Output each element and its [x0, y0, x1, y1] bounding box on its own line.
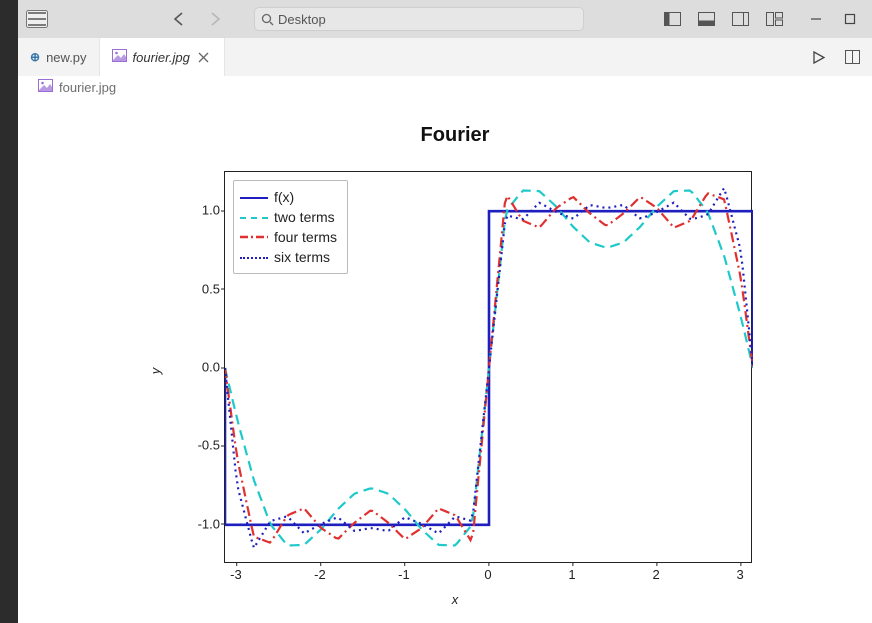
chart-axes: y x -1.0-0.50.00.51.0 -3-2-10123 f(x)two… [148, 151, 762, 591]
command-center-search[interactable]: Desktop [254, 7, 584, 31]
search-icon [261, 13, 274, 26]
editor-tabs: ⊕ new.py fourier.jpg [18, 38, 872, 76]
tab-label: fourier.jpg [133, 50, 190, 65]
toggle-primary-sidebar-button[interactable] [658, 5, 686, 33]
close-tab-button[interactable] [196, 49, 212, 65]
chart-legend: f(x) two terms four terms six terms [233, 180, 348, 274]
image-icon [38, 79, 53, 95]
tab-fourier-jpg[interactable]: fourier.jpg [100, 38, 225, 76]
legend-entry: f(x) [240, 187, 337, 207]
toggle-panel-button[interactable] [692, 5, 720, 33]
python-icon: ⊕ [30, 50, 40, 64]
tab-new-py[interactable]: ⊕ new.py [18, 38, 100, 76]
x-tick: -1 [398, 567, 410, 582]
legend-label: f(x) [274, 189, 294, 205]
split-editor-button[interactable] [838, 43, 866, 71]
legend-label: six terms [274, 249, 330, 265]
activity-bar [0, 0, 18, 623]
nav-back-button[interactable] [166, 5, 194, 33]
legend-label: four terms [274, 229, 337, 245]
x-tick: 0 [484, 567, 491, 582]
x-tick: 2 [652, 567, 659, 582]
breadcrumb-label: fourier.jpg [59, 80, 116, 95]
y-tick: 0.5 [148, 281, 220, 296]
x-axis-label: x [452, 592, 459, 607]
x-tick: 3 [736, 567, 743, 582]
chart-title: Fourier [148, 124, 762, 147]
window-minimize-button[interactable] [802, 5, 830, 33]
customize-layout-button[interactable] [760, 5, 788, 33]
run-button[interactable] [804, 43, 832, 71]
legend-entry: four terms [240, 227, 337, 247]
tab-label: new.py [46, 50, 86, 65]
app-menu-button[interactable] [26, 10, 48, 28]
legend-entry: six terms [240, 247, 337, 267]
y-tick: 1.0 [148, 203, 220, 218]
editor-content: Fourier y x -1.0-0.50.00.51.0 -3-2-10123… [18, 98, 872, 623]
x-tick: 1 [568, 567, 575, 582]
chart-fourier: Fourier y x -1.0-0.50.00.51.0 -3-2-10123… [148, 124, 762, 591]
x-tick: -2 [314, 567, 326, 582]
legend-entry: two terms [240, 207, 337, 227]
plot-area: f(x) two terms four terms six terms [224, 171, 752, 563]
window-maximize-button[interactable] [836, 5, 864, 33]
breadcrumb[interactable]: fourier.jpg [18, 76, 872, 98]
y-tick: -1.0 [148, 516, 220, 531]
image-icon [112, 49, 127, 65]
x-tick: -3 [230, 567, 242, 582]
y-tick: 0.0 [148, 360, 220, 375]
toggle-secondary-sidebar-button[interactable] [726, 5, 754, 33]
legend-label: two terms [274, 209, 335, 225]
nav-forward-button[interactable] [200, 5, 228, 33]
title-bar: Desktop [18, 0, 872, 38]
y-tick: -0.5 [148, 438, 220, 453]
search-label: Desktop [278, 12, 326, 27]
